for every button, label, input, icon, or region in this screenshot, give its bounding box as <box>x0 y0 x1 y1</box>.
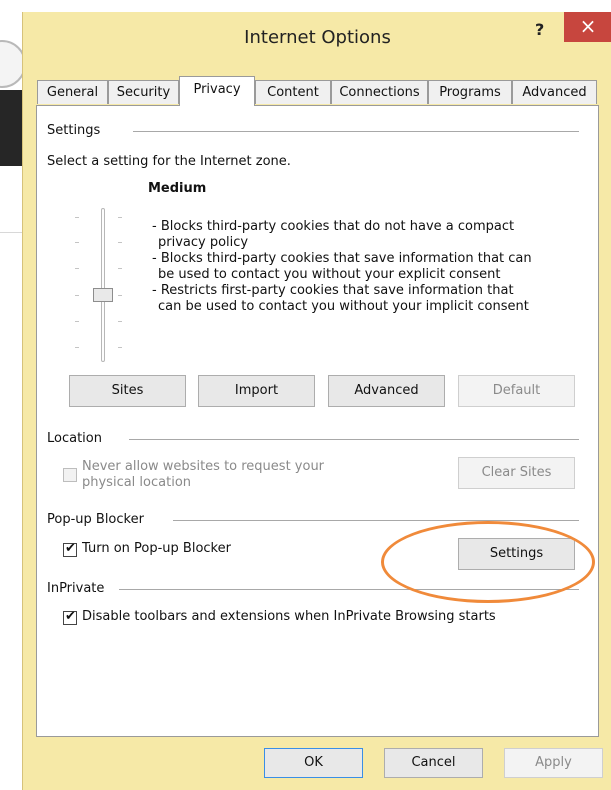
slider-tick <box>75 268 79 269</box>
inprivate-divider <box>119 589 579 590</box>
privacy-desc-line-2: privacy policy <box>158 235 249 250</box>
slider-tick <box>118 321 122 322</box>
privacy-level-track[interactable] <box>101 208 105 362</box>
privacy-desc-line-1: - Blocks third-party cookies that do not… <box>152 219 515 234</box>
privacy-desc-line-4: be used to contact you without your expl… <box>158 267 501 282</box>
privacy-desc-line-5: - Restricts first-party cookies that sav… <box>152 283 514 298</box>
popup-blocker-checkbox[interactable] <box>63 541 77 557</box>
location-checkbox-label-line-1: Never allow websites to request your <box>82 459 325 474</box>
inprivate-group-label: InPrivate <box>47 581 105 596</box>
popup-settings-button[interactable]: Settings <box>458 538 575 570</box>
slider-tick <box>75 321 79 322</box>
help-button[interactable]: ? <box>535 20 544 39</box>
tab-content[interactable]: Content <box>255 80 331 104</box>
slider-tick <box>118 295 122 296</box>
slider-tick <box>75 295 79 296</box>
settings-group-label: Settings <box>47 123 101 138</box>
cancel-button[interactable]: Cancel <box>384 748 483 778</box>
tab-programs[interactable]: Programs <box>428 80 512 104</box>
import-button[interactable]: Import <box>198 375 315 407</box>
inprivate-checkbox[interactable] <box>63 609 77 625</box>
background-divider <box>0 232 22 233</box>
slider-tick <box>75 347 79 348</box>
location-checkbox-label-line-2: physical location <box>82 475 192 490</box>
sites-button[interactable]: Sites <box>69 375 186 407</box>
dialog-title: Internet Options <box>244 27 391 48</box>
background-browser-bar <box>0 90 22 166</box>
clear-sites-button[interactable]: Clear Sites <box>458 457 575 489</box>
privacy-desc-line-6: can be used to contact you without your … <box>158 299 529 314</box>
title-bar: Internet Options ? × <box>23 12 611 62</box>
tab-advanced[interactable]: Advanced <box>512 80 597 104</box>
advanced-button[interactable]: Advanced <box>328 375 445 407</box>
privacy-desc-line-3: - Blocks third-party cookies that save i… <box>152 251 532 266</box>
privacy-level-thumb[interactable] <box>93 288 113 302</box>
ok-button[interactable]: OK <box>264 748 363 778</box>
tab-security[interactable]: Security <box>108 80 179 104</box>
location-checkbox[interactable] <box>63 468 77 482</box>
location-group-label: Location <box>47 431 102 446</box>
popup-group-label: Pop-up Blocker <box>47 512 144 527</box>
slider-tick <box>75 217 79 218</box>
tab-connections[interactable]: Connections <box>331 80 428 104</box>
slider-tick <box>75 242 79 243</box>
slider-tick <box>118 347 122 348</box>
settings-instruction: Select a setting for the Internet zone. <box>47 154 291 169</box>
popup-divider <box>173 520 579 521</box>
privacy-panel: Settings Select a setting for the Intern… <box>36 105 599 737</box>
tab-privacy[interactable]: Privacy <box>179 76 255 106</box>
slider-tick <box>118 242 122 243</box>
privacy-level-name: Medium <box>148 181 207 196</box>
tab-general[interactable]: General <box>37 80 108 104</box>
popup-blocker-label: Turn on Pop-up Blocker <box>82 541 231 556</box>
close-button[interactable]: × <box>564 12 611 42</box>
default-button[interactable]: Default <box>458 375 575 407</box>
settings-divider <box>133 131 579 132</box>
apply-button[interactable]: Apply <box>504 748 603 778</box>
slider-tick <box>118 268 122 269</box>
inprivate-label: Disable toolbars and extensions when InP… <box>82 609 496 624</box>
slider-tick <box>118 217 122 218</box>
internet-options-dialog: Internet Options ? × General Security Pr… <box>22 12 611 790</box>
location-divider <box>129 439 579 440</box>
